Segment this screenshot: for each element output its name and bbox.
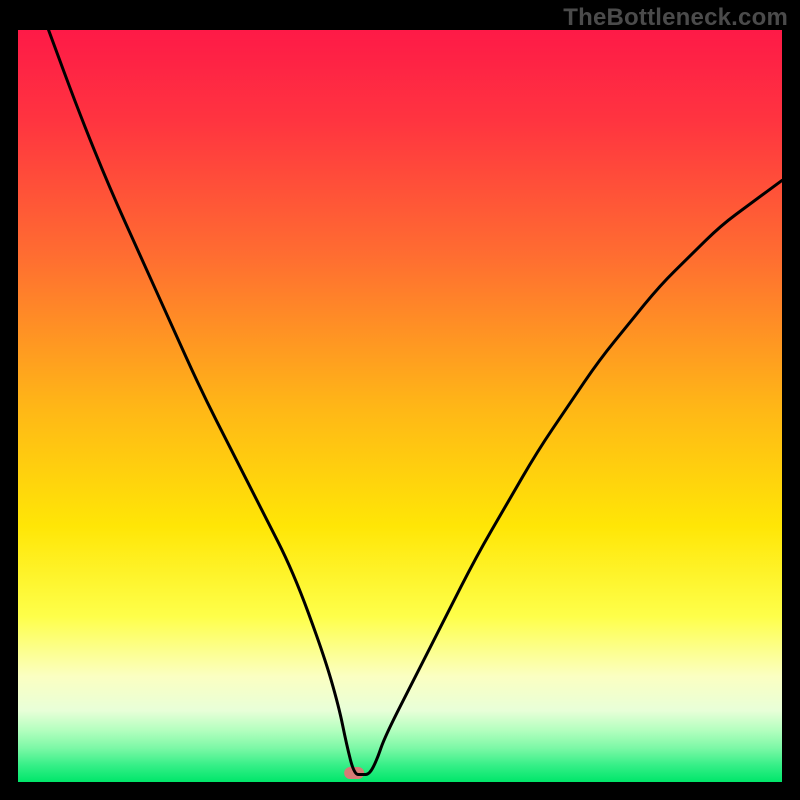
watermark-text: TheBottleneck.com — [563, 4, 788, 32]
chart-plot — [18, 30, 782, 782]
chart-background — [18, 30, 782, 782]
chart-frame: TheBottleneck.com — [0, 0, 800, 800]
